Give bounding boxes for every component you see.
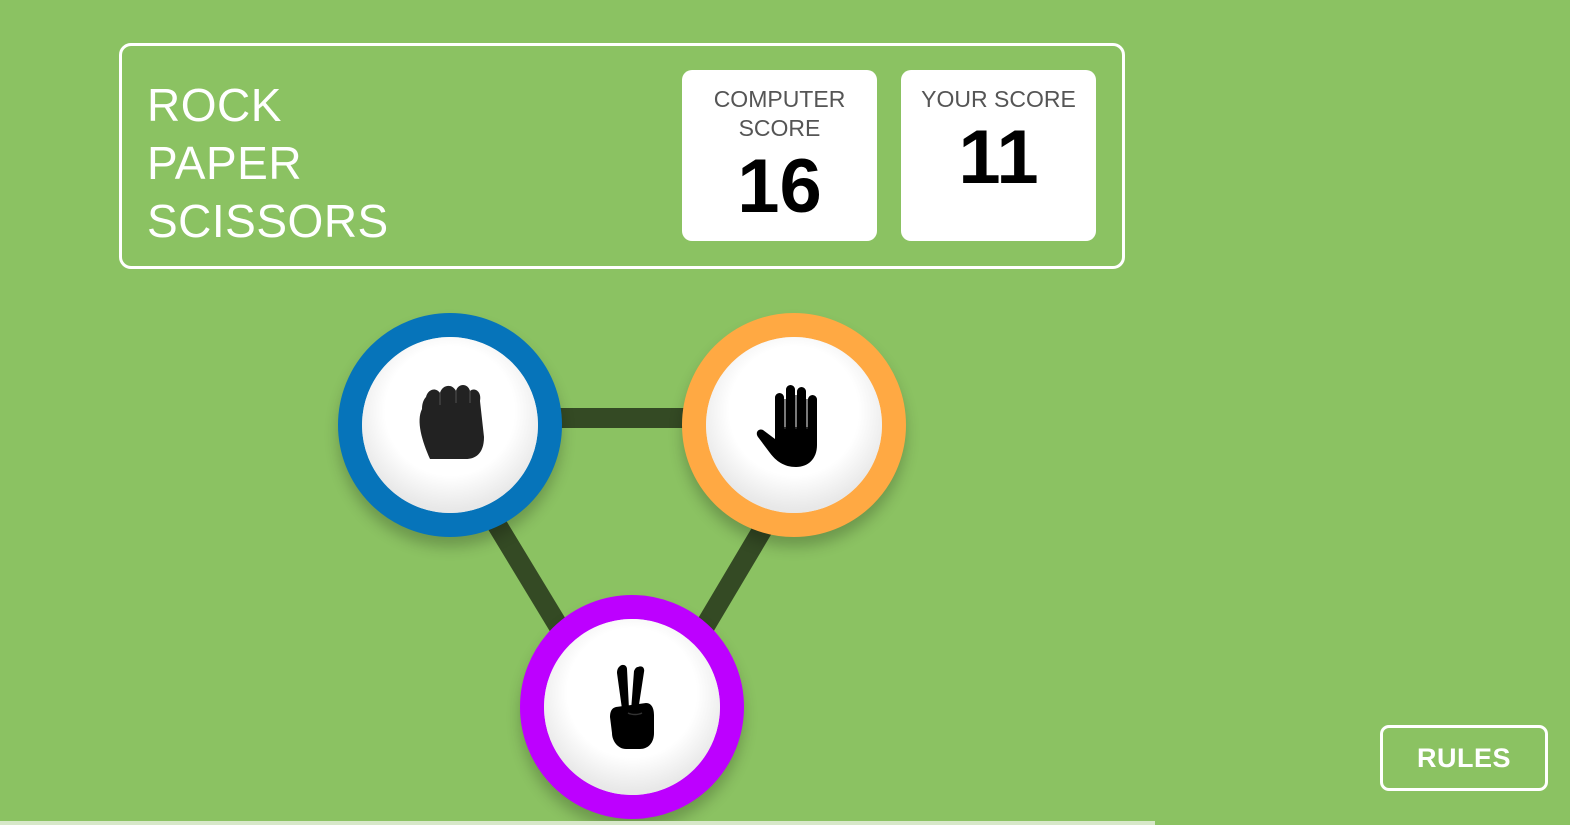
scissors-choice-face	[544, 619, 720, 795]
page-bottom-strip	[0, 821, 1155, 825]
paper-choice-face	[706, 337, 882, 513]
fist-icon	[419, 385, 484, 459]
rules-button[interactable]: RULES	[1380, 725, 1548, 791]
rock-choice-face	[362, 337, 538, 513]
scissors-choice-button[interactable]	[520, 595, 744, 819]
paper-choice-button[interactable]	[682, 313, 906, 537]
open-hand-icon	[756, 385, 817, 467]
peace-hand-icon	[610, 664, 654, 749]
game-board	[0, 0, 1570, 825]
rock-choice-button[interactable]	[338, 313, 562, 537]
